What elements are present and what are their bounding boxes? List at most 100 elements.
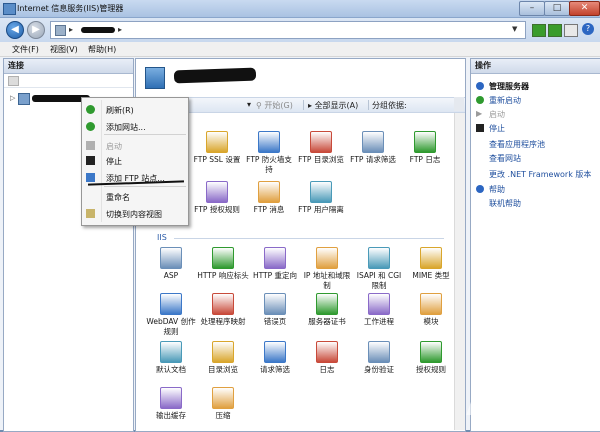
feature-label: ASP xyxy=(163,271,179,280)
address-field[interactable]: ▸ ▸ ▼ xyxy=(50,21,526,39)
feature-label: FTP 目录浏览 xyxy=(298,155,344,164)
feature-item[interactable]: FTP 消息 xyxy=(243,181,295,231)
feature-label: 错误页 xyxy=(263,317,287,326)
feature-label: HTTP 重定向 xyxy=(252,271,298,280)
feature-item[interactable]: 处理程序映射 xyxy=(197,293,249,343)
feature-item[interactable]: HTTP 响应标头 xyxy=(197,247,249,297)
expand-arrow-icon[interactable]: ▷ xyxy=(10,94,15,102)
feature-label: FTP 日志 xyxy=(409,155,441,164)
back-button[interactable]: ◀ xyxy=(6,21,24,39)
ftp-dir-browse-icon xyxy=(310,131,332,153)
feature-label: 日志 xyxy=(319,365,335,374)
add-ftp-icon xyxy=(86,173,95,182)
restart-link[interactable]: 重新启动 xyxy=(489,95,521,106)
context-menu-item[interactable]: 添加网站... xyxy=(82,119,188,134)
stop-toolbar-icon[interactable] xyxy=(564,24,578,37)
feature-item[interactable]: FTP 请求筛选 xyxy=(347,131,399,181)
start-icon xyxy=(86,141,95,150)
feature-item[interactable]: 默认文档 xyxy=(145,341,197,391)
maximize-button[interactable]: □ xyxy=(544,1,570,16)
menu-view[interactable]: 视图(V) xyxy=(50,44,78,55)
directory-browsing-icon xyxy=(212,341,234,363)
minimize-button[interactable]: – xyxy=(519,1,545,16)
feature-item[interactable]: 压缩 xyxy=(197,387,249,431)
feature-item[interactable]: ASP xyxy=(145,247,197,297)
feature-item[interactable]: 身份验证 xyxy=(353,341,405,391)
forward-button[interactable]: ▶ xyxy=(27,21,45,39)
feature-label: FTP 防火墙支持 xyxy=(246,155,292,174)
worker-processes-icon xyxy=(368,293,390,315)
help-icon[interactable]: ? xyxy=(582,23,594,35)
filter-dropdown-icon[interactable]: ▾ xyxy=(247,100,251,109)
view-app-pools-link[interactable]: 查看应用程序池 xyxy=(489,139,545,150)
feature-item[interactable]: 模块 xyxy=(405,293,457,343)
feature-item[interactable]: 目录浏览 xyxy=(197,341,249,391)
feature-item[interactable]: MIME 类型 xyxy=(405,247,457,297)
feature-item[interactable]: FTP SSL 设置 xyxy=(191,131,243,181)
connect-icon[interactable] xyxy=(532,24,546,37)
content-view-icon xyxy=(86,209,95,218)
menu-file[interactable]: 文件(F) xyxy=(12,44,39,55)
scroll-up-arrow[interactable] xyxy=(454,97,464,111)
feature-label: 目录浏览 xyxy=(208,365,238,374)
menu-help[interactable]: 帮助(H) xyxy=(88,44,116,55)
feature-label: FTP SSL 设置 xyxy=(193,155,241,164)
feature-label: MIME 类型 xyxy=(412,271,450,280)
feature-item[interactable]: 服务器证书 xyxy=(301,293,353,343)
default-document-icon xyxy=(160,341,182,363)
redacted-page-title xyxy=(173,67,257,84)
feature-label: HTTP 响应标头 xyxy=(197,271,249,280)
feature-item[interactable]: 错误页 xyxy=(249,293,301,343)
feature-item[interactable]: 请求筛选 xyxy=(249,341,301,391)
ftp-messages-icon xyxy=(258,181,280,203)
section-divider xyxy=(174,238,444,239)
context-menu-item[interactable]: 刷新(R) xyxy=(82,102,188,117)
refresh-toolbar-icon[interactable] xyxy=(548,24,562,37)
handler-mappings-icon xyxy=(212,293,234,315)
request-filtering-icon xyxy=(264,341,286,363)
feature-item[interactable]: ISAPI 和 CGI 限制 xyxy=(353,247,405,297)
help-link[interactable]: 帮助 xyxy=(489,184,505,195)
actions-header: 操作 xyxy=(471,59,600,74)
iis-app-icon xyxy=(3,3,16,15)
feature-item[interactable]: FTP 日志 xyxy=(399,131,451,181)
authorization-icon xyxy=(420,341,442,363)
server-icon xyxy=(55,25,66,36)
connect-panel-icon[interactable] xyxy=(8,76,19,86)
feature-item[interactable]: FTP 授权规则 xyxy=(191,181,243,231)
iis-section-title: IIS xyxy=(157,233,167,242)
stop-link[interactable]: 停止 xyxy=(489,123,505,134)
help-circle-icon xyxy=(476,185,484,193)
authentication-icon xyxy=(368,341,390,363)
feature-label: WebDAV 创作规则 xyxy=(146,317,196,336)
feature-item[interactable]: 输出缓存 xyxy=(145,387,197,431)
feature-item[interactable]: FTP 防火墙支持 xyxy=(243,131,295,181)
context-menu-item[interactable]: 重命名 xyxy=(82,189,188,204)
close-button[interactable]: ✕ xyxy=(569,1,600,16)
ftp-log-icon xyxy=(414,131,436,153)
address-dropdown-icon[interactable]: ▼ xyxy=(512,25,517,33)
start-filter-button[interactable]: ⚲ 开始(G) xyxy=(256,100,293,111)
context-menu-item[interactable]: 停止 xyxy=(82,153,188,168)
context-menu-label: 停止 xyxy=(106,157,122,166)
menu-bar: 文件(F) 视图(V) 帮助(H) xyxy=(0,42,600,57)
feature-item[interactable]: IP 地址和域限制 xyxy=(301,247,353,297)
feature-item[interactable]: 工作进程 xyxy=(353,293,405,343)
add-website-icon xyxy=(86,122,95,131)
feature-item[interactable]: HTTP 重定向 xyxy=(249,247,301,297)
feature-item[interactable]: WebDAV 创作规则 xyxy=(145,293,197,343)
view-sites-link[interactable]: 查看网站 xyxy=(489,153,521,164)
change-net-version-link[interactable]: 更改 .NET Framework 版本 xyxy=(489,169,591,180)
ftp-ssl-icon xyxy=(206,131,228,153)
feature-label: 处理程序映射 xyxy=(200,317,246,326)
refresh-icon xyxy=(86,105,95,114)
collapse-icon[interactable] xyxy=(476,82,484,90)
feature-item[interactable]: FTP 目录浏览 xyxy=(295,131,347,181)
feature-item[interactable]: 授权规则 xyxy=(405,341,457,391)
online-help-link[interactable]: 联机帮助 xyxy=(489,198,521,209)
iis-manager-window: Internet 信息服务(IIS)管理器 – □ ✕ ◀ ▶ ▸ ▸ ▼ ? … xyxy=(0,0,600,432)
context-menu-item[interactable]: 切换到内容视图 xyxy=(82,206,188,221)
feature-item[interactable]: 日志 xyxy=(301,341,353,391)
show-all-button[interactable]: ▸ 全部显示(A) xyxy=(308,100,358,111)
feature-item[interactable]: FTP 用户隔离 xyxy=(295,181,347,231)
